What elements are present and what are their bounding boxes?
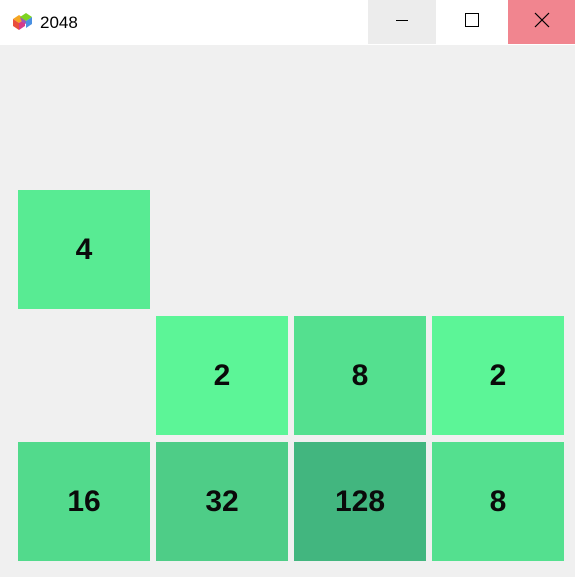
tile-8: 8 (432, 442, 564, 561)
tile-4: 4 (18, 190, 150, 309)
window-title: 2048 (40, 13, 78, 32)
minimize-icon (394, 12, 410, 33)
colorful-cubes-icon (10, 11, 34, 33)
tile-8: 8 (294, 316, 426, 435)
close-icon (533, 11, 551, 34)
tile-32: 32 (156, 442, 288, 561)
tile-2: 2 (432, 316, 564, 435)
tile-16: 16 (18, 442, 150, 561)
tile-128: 128 (294, 442, 426, 561)
minimize-button[interactable] (368, 0, 436, 44)
title-bar: 2048 (0, 0, 575, 45)
maximize-icon (464, 12, 480, 33)
tile-2: 2 (156, 316, 288, 435)
game-board: 4 2 8 2 16 32 128 8 (0, 45, 575, 577)
maximize-button[interactable] (437, 0, 507, 44)
close-button[interactable] (508, 0, 575, 44)
